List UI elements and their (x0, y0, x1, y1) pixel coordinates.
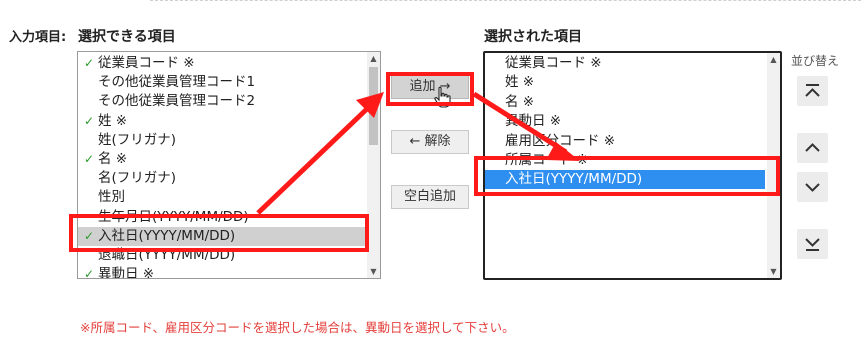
annotation-arrows (256, 91, 580, 215)
annotation-arrow-to-add (256, 104, 372, 215)
annotation-arrow-to-target (472, 91, 568, 155)
